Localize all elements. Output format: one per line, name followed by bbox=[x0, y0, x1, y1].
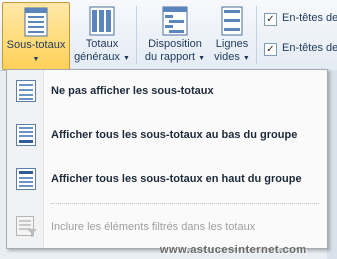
menu-item-label: Ne pas afficher les sous-totaux bbox=[51, 85, 214, 97]
subtotals-button[interactable]: Sous-totaux ▼ bbox=[2, 2, 70, 70]
menu-item-subtotals-top[interactable]: Afficher tous les sous-totaux en haut du… bbox=[7, 162, 327, 198]
menu-item-include-filtered[interactable]: Inclure les éléments filtrés dans les to… bbox=[7, 210, 327, 246]
ribbon-divider bbox=[256, 6, 257, 64]
ribbon-divider bbox=[136, 6, 137, 64]
watermark: www.astucesinternet.com bbox=[160, 244, 307, 256]
subtotals-icon bbox=[24, 7, 48, 40]
blank-rows-icon bbox=[221, 6, 243, 39]
subtotals-dropdown-menu: Ne pas afficher les sous-totaux Afficher… bbox=[6, 69, 328, 249]
grand-totals-icon bbox=[89, 6, 115, 39]
grand-totals-button[interactable]: Totaux généraux ▼ bbox=[74, 2, 130, 68]
row-headers-checkbox[interactable]: ✓ bbox=[264, 13, 277, 26]
chevron-down-icon: ▼ bbox=[123, 55, 130, 62]
menu-item-label: Inclure les éléments filtrés dans les to… bbox=[51, 221, 256, 233]
report-layout-button[interactable]: Disposition du rapport ▼ bbox=[142, 2, 208, 68]
column-headers-label: En-têtes de bbox=[282, 42, 337, 54]
column-headers-checkbox[interactable]: ✓ bbox=[264, 43, 277, 56]
subtotals-top-icon bbox=[16, 168, 36, 193]
menu-item-label: Afficher tous les sous-totaux au bas du … bbox=[51, 129, 298, 141]
menu-separator bbox=[51, 203, 319, 204]
filtered-totals-icon bbox=[16, 216, 38, 241]
subtotals-bottom-icon bbox=[16, 124, 36, 149]
report-layout-icon bbox=[162, 6, 188, 39]
menu-item-no-subtotals[interactable]: Ne pas afficher les sous-totaux bbox=[7, 74, 327, 110]
menu-item-subtotals-bottom[interactable]: Afficher tous les sous-totaux au bas du … bbox=[7, 118, 327, 154]
row-headers-label: En-têtes de bbox=[282, 12, 337, 24]
chevron-down-icon: ▼ bbox=[32, 56, 40, 63]
sheet-background bbox=[327, 70, 337, 259]
chevron-down-icon: ▼ bbox=[242, 55, 250, 62]
subtotals-label: Sous-totaux ▼ bbox=[6, 39, 66, 63]
menu-item-label: Afficher tous les sous-totaux en haut du… bbox=[51, 173, 302, 185]
ribbon: Sous-totaux ▼ Totaux généraux ▼ Dispositio… bbox=[0, 0, 337, 71]
no-subtotals-icon bbox=[16, 80, 36, 105]
chevron-down-icon: ▼ bbox=[198, 55, 206, 62]
blank-rows-button[interactable]: Lignes vides ▼ bbox=[212, 2, 252, 68]
